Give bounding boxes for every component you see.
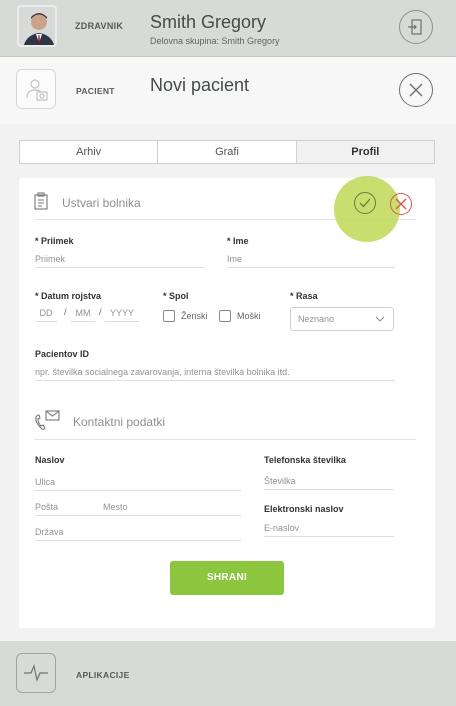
section-title-create: Ustvari bolnika (62, 196, 141, 210)
phone-input[interactable]: Številka (264, 474, 394, 490)
cancel-button[interactable] (390, 193, 412, 215)
contact-icon (35, 410, 60, 430)
close-patient-button[interactable] (399, 73, 433, 107)
tab-arhiv[interactable]: Arhiv (20, 141, 159, 163)
post-city-row: Pošta Mesto (35, 500, 241, 516)
phone-label: Telefonska številka (264, 455, 346, 465)
race-selected: Neznano (298, 314, 335, 324)
doctor-avatar[interactable] (17, 5, 57, 47)
chevron-down-icon (375, 316, 385, 322)
logout-button[interactable] (399, 10, 433, 44)
patient-form-card: Ustvari bolnika * Priimek Priimek * Ime … (19, 178, 435, 628)
race-label: * Rasa (290, 291, 318, 301)
close-icon (409, 83, 423, 97)
patient-icon (16, 69, 56, 109)
dob-month-input[interactable]: MM (71, 306, 95, 322)
dob-separator: / (64, 307, 67, 317)
confirm-button[interactable] (334, 176, 400, 242)
dob-year-input[interactable]: YYYY (105, 306, 139, 322)
dob-label: * Datum rojstva (35, 291, 102, 301)
street-input[interactable]: Ulica (35, 475, 241, 491)
male-checkbox[interactable] (219, 310, 231, 322)
email-input[interactable]: E-naslov (264, 521, 394, 537)
check-icon (354, 192, 376, 214)
apps-footer: APLIKACIJE (0, 641, 456, 706)
race-select[interactable]: Neznano (290, 307, 394, 331)
doctor-role-label: ZDRAVNIK (75, 21, 124, 31)
doctor-header: ZDRAVNIK Smith Gregory Delovna skupina: … (0, 0, 456, 57)
patient-tabs: Arhiv Grafi Profil (19, 140, 435, 164)
male-label: Moški (237, 311, 261, 321)
section-contact: Kontaktni podatki (34, 406, 416, 440)
apps-label: APLIKACIJE (76, 670, 130, 680)
country-input[interactable]: Država (35, 525, 241, 541)
logout-icon (408, 19, 422, 35)
doctor-name: Smith Gregory (150, 12, 267, 32)
patient-id-input[interactable]: npr. številka socialnega zavarovanja, in… (35, 365, 395, 381)
post-input[interactable]: Pošta (35, 502, 58, 512)
tab-grafi[interactable]: Grafi (158, 141, 297, 163)
clipboard-icon (34, 192, 48, 210)
dob-day-input[interactable]: DD (35, 306, 57, 322)
close-icon (395, 198, 407, 210)
section-title-contact: Kontaktni podatki (73, 415, 166, 429)
name-input[interactable]: Ime (227, 252, 395, 268)
name-label: * Ime (227, 236, 249, 246)
address-label: Naslov (35, 455, 65, 465)
patient-title: Novi pacient (150, 75, 250, 95)
dob-separator: / (99, 307, 102, 317)
save-button[interactable]: SHRANI (170, 561, 284, 595)
female-label: Ženski (181, 311, 208, 321)
female-checkbox[interactable] (163, 310, 175, 322)
apps-button[interactable] (16, 653, 56, 693)
workgroup-label: Delovna skupina: Smith Gregory (150, 36, 280, 46)
pulse-icon (24, 664, 48, 682)
patient-bar: PACIENT Novi pacient (0, 57, 456, 124)
patient-role-label: PACIENT (76, 86, 115, 96)
surname-input[interactable]: Priimek (35, 252, 205, 268)
city-input[interactable]: Mesto (103, 500, 128, 514)
email-label: Elektronski naslov (264, 504, 344, 514)
patient-id-label: Pacientov ID (35, 349, 90, 359)
tab-profil[interactable]: Profil (296, 141, 434, 163)
surname-label: * Priimek (35, 236, 74, 246)
sex-label: * Spol (163, 291, 189, 301)
